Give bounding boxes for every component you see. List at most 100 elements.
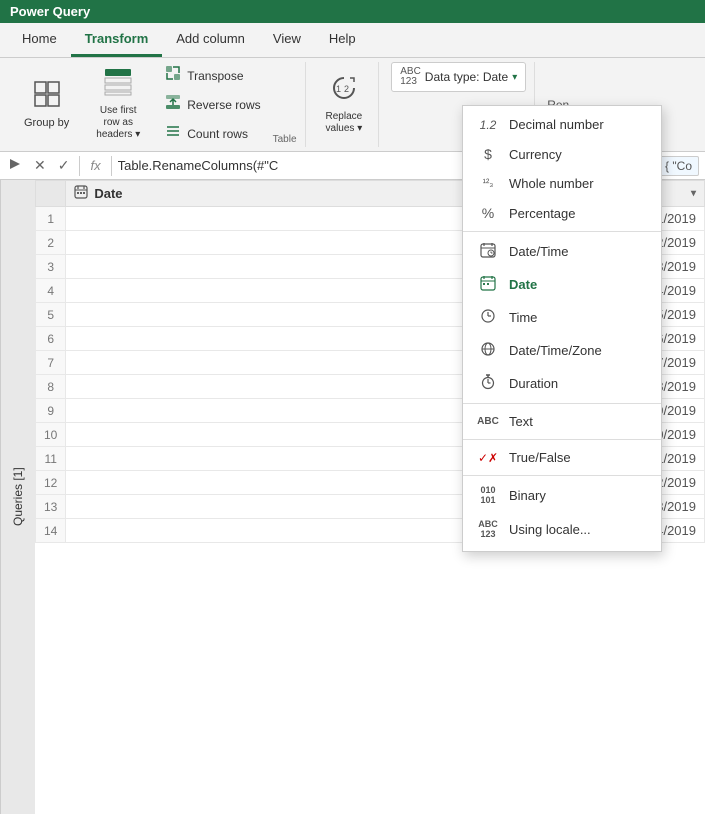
row-num-header bbox=[36, 181, 66, 207]
percentage-label: Percentage bbox=[509, 206, 576, 221]
datatype-dropdown-menu: 1.2 Decimal number $ Currency ¹²₃ Whole … bbox=[462, 105, 662, 552]
transpose-icon bbox=[165, 65, 181, 86]
small-buttons-group: Transpose Reverse rows bbox=[159, 62, 266, 147]
column-dropdown-icon[interactable]: ▾ bbox=[691, 188, 696, 199]
main-area: Queries [1] bbox=[0, 180, 705, 814]
row-number: 7 bbox=[36, 351, 66, 375]
ribbon-tabs: Home Transform Add column View Help bbox=[0, 23, 705, 58]
binary-icon: 010101 bbox=[477, 486, 499, 506]
transpose-button[interactable]: Transpose bbox=[159, 62, 266, 89]
row-number: 4 bbox=[36, 279, 66, 303]
dropdown-sep-1 bbox=[463, 231, 661, 232]
date-icon bbox=[477, 275, 499, 294]
svg-text:1: 1 bbox=[336, 84, 341, 94]
datetime-icon bbox=[477, 242, 499, 261]
formula-result-preview: { "Co bbox=[658, 156, 699, 176]
replace-values-icon: 1 2 bbox=[330, 74, 358, 109]
use-first-row-icon bbox=[104, 68, 132, 103]
dropdown-item-percentage[interactable]: % Percentage bbox=[463, 198, 661, 228]
group-by-icon bbox=[33, 80, 61, 115]
decimal-icon: 1.2 bbox=[477, 118, 499, 132]
row-number: 2 bbox=[36, 231, 66, 255]
use-first-row-button[interactable]: Use first row as headers ▾ bbox=[83, 64, 153, 145]
time-label: Time bbox=[509, 310, 537, 325]
row-number: 10 bbox=[36, 423, 66, 447]
dropdown-sep-3 bbox=[463, 439, 661, 440]
formula-icons-group: ✕ ✓ bbox=[30, 155, 73, 176]
datatype-button[interactable]: ABC123 Data type: Date ▾ bbox=[391, 62, 526, 92]
row-number: 13 bbox=[36, 495, 66, 519]
row-number: 1 bbox=[36, 207, 66, 231]
transpose-label: Transpose bbox=[187, 69, 243, 83]
group-by-button[interactable]: Group by bbox=[16, 76, 77, 133]
tab-transform[interactable]: Transform bbox=[71, 23, 163, 57]
binary-label: Binary bbox=[509, 488, 546, 503]
dropdown-item-datetimezone[interactable]: Date/Time/Zone bbox=[463, 334, 661, 367]
count-rows-icon bbox=[165, 123, 181, 144]
dropdown-item-datetime[interactable]: Date/Time bbox=[463, 235, 661, 268]
use-first-row-label: Use first row as headers ▾ bbox=[91, 105, 145, 141]
truefalse-icon: ✓✗ bbox=[477, 451, 499, 465]
currency-icon: $ bbox=[477, 146, 499, 162]
tab-home[interactable]: Home bbox=[8, 23, 71, 57]
count-rows-button[interactable]: Count rows bbox=[159, 120, 266, 147]
formula-cancel-button[interactable]: ✕ bbox=[30, 155, 50, 176]
datatype-dropdown-icon: ▾ bbox=[512, 72, 517, 83]
dropdown-sep-4 bbox=[463, 475, 661, 476]
row-number: 14 bbox=[36, 519, 66, 543]
tab-help[interactable]: Help bbox=[315, 23, 370, 57]
formula-separator-2 bbox=[111, 156, 112, 176]
locale-icon: ABC123 bbox=[477, 520, 499, 540]
dropdown-item-currency[interactable]: $ Currency bbox=[463, 139, 661, 169]
replace-values-button[interactable]: 1 2 Replacevalues ▾ bbox=[318, 70, 371, 139]
column-type-icon bbox=[74, 185, 88, 202]
svg-text:2: 2 bbox=[344, 84, 349, 94]
tab-add-column[interactable]: Add column bbox=[162, 23, 259, 57]
row-number: 6 bbox=[36, 327, 66, 351]
ribbon-group-replace: 1 2 Replacevalues ▾ bbox=[310, 62, 380, 147]
row-number: 3 bbox=[36, 255, 66, 279]
decimal-label: Decimal number bbox=[509, 117, 604, 132]
duration-label: Duration bbox=[509, 376, 558, 391]
locale-label: Using locale... bbox=[509, 522, 591, 537]
duration-icon bbox=[477, 374, 499, 393]
dropdown-item-date[interactable]: Date bbox=[463, 268, 661, 301]
currency-label: Currency bbox=[509, 147, 562, 162]
dropdown-sep-2 bbox=[463, 403, 661, 404]
formula-confirm-button[interactable]: ✓ bbox=[54, 155, 74, 176]
queries-panel[interactable]: Queries [1] bbox=[0, 180, 35, 814]
dropdown-item-truefalse[interactable]: ✓✗ True/False bbox=[463, 443, 661, 472]
reverse-rows-label: Reverse rows bbox=[187, 98, 260, 112]
percentage-icon: % bbox=[477, 205, 499, 221]
truefalse-label: True/False bbox=[509, 450, 571, 465]
dropdown-item-locale[interactable]: ABC123 Using locale... bbox=[463, 513, 661, 547]
dropdown-item-whole[interactable]: ¹²₃ Whole number bbox=[463, 169, 661, 198]
datatype-prefix-icon: ABC123 bbox=[400, 67, 421, 87]
reverse-rows-icon bbox=[165, 94, 181, 115]
ribbon-group-table: Group by Use first row as headers ▾ bbox=[8, 62, 306, 147]
row-number: 5 bbox=[36, 303, 66, 327]
dropdown-item-binary[interactable]: 010101 Binary bbox=[463, 479, 661, 513]
datetimezone-icon bbox=[477, 341, 499, 360]
table-group-label: Table bbox=[273, 134, 297, 147]
datetimezone-label: Date/Time/Zone bbox=[509, 343, 602, 358]
app-title: Power Query bbox=[10, 4, 90, 19]
tab-view[interactable]: View bbox=[259, 23, 315, 57]
dropdown-item-decimal[interactable]: 1.2 Decimal number bbox=[463, 110, 661, 139]
text-icon: ABC bbox=[477, 416, 499, 427]
whole-icon: ¹²₃ bbox=[477, 179, 499, 189]
replace-values-label: Replacevalues ▾ bbox=[326, 111, 363, 135]
time-icon bbox=[477, 308, 499, 327]
formula-expand-button[interactable] bbox=[6, 155, 24, 176]
group-by-label: Group by bbox=[24, 117, 69, 129]
whole-label: Whole number bbox=[509, 176, 594, 191]
dropdown-item-time[interactable]: Time bbox=[463, 301, 661, 334]
text-label: Text bbox=[509, 414, 533, 429]
dropdown-item-duration[interactable]: Duration bbox=[463, 367, 661, 400]
formula-fx-label: fx bbox=[86, 158, 104, 173]
row-number: 12 bbox=[36, 471, 66, 495]
formula-separator bbox=[79, 156, 80, 176]
datatype-label: Data type: Date bbox=[425, 70, 508, 84]
dropdown-item-text[interactable]: ABC Text bbox=[463, 407, 661, 436]
reverse-rows-button[interactable]: Reverse rows bbox=[159, 91, 266, 118]
